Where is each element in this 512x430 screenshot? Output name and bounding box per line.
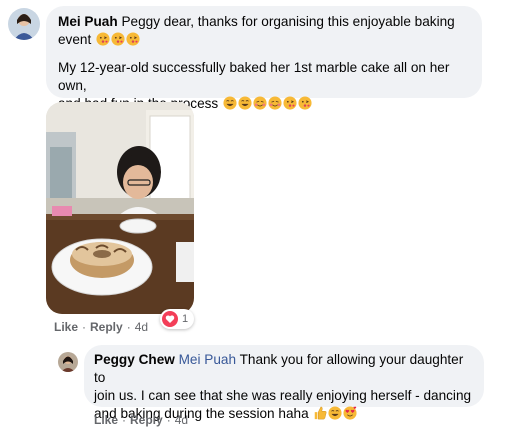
comment-bubble: Mei Puah Peggy dear, thanks for organisi… <box>46 6 482 111</box>
reaction-count: 1 <box>182 313 189 325</box>
kiss-emoji-icon <box>111 32 125 46</box>
like-button[interactable]: Like <box>54 320 78 334</box>
grin-emoji-icon <box>223 96 237 110</box>
comment-text-line-1: Mei Puah Peggy dear, thanks for organisi… <box>58 14 455 29</box>
reply-text-line-2: join us. I can see that she was really e… <box>94 388 472 403</box>
reply-bubble: Peggy Chew Mei Puah Thank you for allowi… <box>84 345 484 421</box>
reply-text-line-1: Peggy Chew Mei Puah Thank you for allowi… <box>94 352 464 385</box>
kiss-emoji-icon <box>126 32 140 46</box>
reaction-count-badge[interactable]: 1 <box>160 309 195 329</box>
thumbs-up-icon <box>315 406 327 420</box>
kiss-emoji-icon <box>96 32 110 46</box>
kiss-emoji-icon <box>298 96 312 110</box>
heart-eyes-emoji-icon <box>343 406 357 420</box>
photo-girl-with-cake <box>46 102 194 314</box>
comment-text-line-2: event <box>58 31 470 49</box>
avatar-peggy-chew[interactable] <box>58 352 78 372</box>
grin-emoji-icon <box>238 96 252 110</box>
separator-dot: · <box>126 320 131 334</box>
avatar-mei-puah[interactable] <box>8 8 40 40</box>
comment-actions: Like · Reply · 4d <box>54 320 148 334</box>
mention-link[interactable]: Mei Puah <box>179 352 236 367</box>
separator-dot: · <box>82 320 87 334</box>
comment-text-line-3: My 12-year-old successfully baked her 1s… <box>58 60 450 93</box>
reply-button[interactable]: Reply <box>130 413 163 427</box>
kiss-emoji-icon <box>283 96 297 110</box>
comment-author[interactable]: Mei Puah <box>58 14 118 29</box>
reply-timestamp[interactable]: 4d <box>175 413 188 427</box>
grin-emoji-icon <box>328 406 342 420</box>
separator-dot: · <box>122 413 127 427</box>
heart-reaction-icon <box>162 311 178 327</box>
reply-actions: Like · Reply · 4d <box>94 413 188 427</box>
like-button[interactable]: Like <box>94 413 118 427</box>
blush-emoji-icon <box>268 96 282 110</box>
blush-emoji-icon <box>253 96 267 110</box>
comment-photo[interactable] <box>46 102 194 314</box>
comment-timestamp[interactable]: 4d <box>135 320 148 334</box>
reply-button[interactable]: Reply <box>90 320 123 334</box>
reply-author[interactable]: Peggy Chew <box>94 352 175 367</box>
separator-dot: · <box>166 413 171 427</box>
